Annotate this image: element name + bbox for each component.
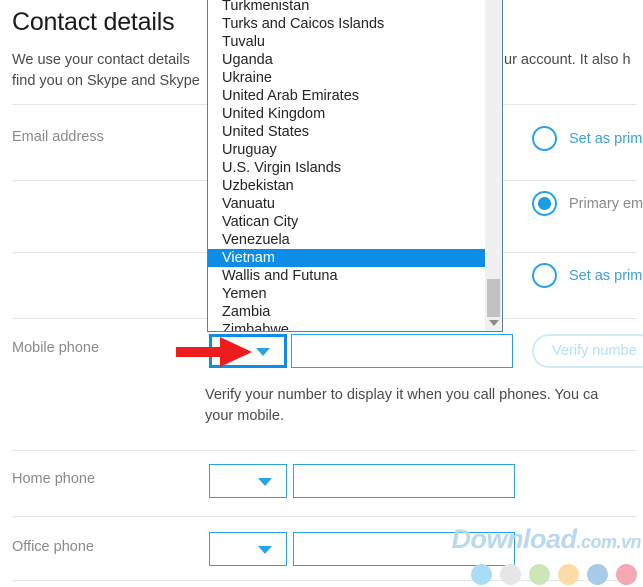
mobile-phone-note-line-1: Verify your number to display it when yo…: [205, 387, 599, 403]
contact-details-page: Contact details We use your contact deta…: [0, 0, 643, 587]
divider-home: [12, 450, 637, 451]
chevron-down-icon-office: [258, 546, 272, 554]
country-option[interactable]: Uzbekistan: [208, 177, 488, 195]
country-option[interactable]: United States: [208, 123, 488, 141]
page-description-right-fragment: ur account. It also h: [504, 52, 631, 68]
watermark-text-suffix: .com.vn: [576, 532, 641, 552]
country-option[interactable]: Wallis and Futuna: [208, 267, 488, 285]
dropdown-scrollbar[interactable]: [485, 0, 502, 331]
radio-icon-unchecked-2[interactable]: [532, 263, 557, 288]
radio-icon-checked[interactable]: [532, 191, 557, 216]
country-option[interactable]: Vietnam: [208, 249, 502, 267]
country-option[interactable]: Vatican City: [208, 213, 488, 231]
country-list[interactable]: Turkmenistan Turks and Caicos Islands Tuva…: [208, 0, 502, 331]
chevron-down-icon-mobile: [256, 348, 270, 356]
mobile-phone-number-input[interactable]: [291, 334, 513, 368]
email-primary-option-3-label: Set as prim: [569, 267, 643, 284]
country-option[interactable]: Ukraine: [208, 69, 488, 87]
country-dropdown-popup[interactable]: Turkmenistan Turks and Caicos Islands Tuva…: [207, 0, 503, 332]
page-description-line-1: We use your contact details: [12, 52, 190, 68]
home-phone-country-select[interactable]: [209, 464, 287, 498]
scroll-down-arrow-icon[interactable]: [488, 320, 499, 326]
annotation-arrow-icon: [176, 337, 252, 367]
watermark-dot-5: [587, 564, 608, 585]
country-option[interactable]: Uruguay: [208, 141, 488, 159]
country-option[interactable]: United Kingdom: [208, 105, 488, 123]
divider-office: [12, 516, 637, 517]
email-primary-option-2-label: Primary em: [569, 195, 643, 212]
watermark-dot-4: [558, 564, 579, 585]
email-primary-option-2[interactable]: Primary em: [532, 191, 643, 216]
label-home-phone: Home phone: [12, 471, 96, 487]
home-phone-number-input[interactable]: [293, 464, 515, 498]
label-email-address: Email address: [12, 129, 104, 145]
email-primary-option-3[interactable]: Set as prim: [532, 263, 642, 288]
email-primary-option-1[interactable]: Set as prim: [532, 126, 642, 151]
office-phone-number-input[interactable]: [293, 532, 515, 566]
watermark-dot-1: [471, 564, 492, 585]
country-option[interactable]: Zambia: [208, 303, 488, 321]
country-option[interactable]: Turkmenistan: [208, 0, 488, 15]
country-option[interactable]: United Arab Emirates: [208, 87, 488, 105]
mobile-phone-note: Verify your number to display it when yo…: [205, 385, 643, 427]
watermark-dots: [471, 564, 637, 585]
country-option[interactable]: U.S. Virgin Islands: [208, 159, 488, 177]
label-mobile-phone: Mobile phone: [12, 340, 100, 356]
country-option[interactable]: Uganda: [208, 51, 488, 69]
email-primary-option-1-label: Set as prim: [569, 130, 643, 147]
dropdown-scrollbar-thumb[interactable]: [487, 279, 500, 317]
country-option[interactable]: Vanuatu: [208, 195, 488, 213]
office-phone-country-select[interactable]: [209, 532, 287, 566]
country-option[interactable]: Zimbabwe: [208, 321, 488, 331]
verify-number-button[interactable]: Verify numbe: [532, 334, 643, 368]
mobile-phone-note-line-2: your mobile.: [205, 408, 284, 424]
country-option[interactable]: Venezuela: [208, 231, 488, 249]
radio-icon-unchecked-1[interactable]: [532, 126, 557, 151]
chevron-down-icon-home: [258, 478, 272, 486]
watermark-dot-6: [616, 564, 637, 585]
label-office-phone: Office phone: [12, 539, 94, 555]
country-option[interactable]: Tuvalu: [208, 33, 488, 51]
watermark-dot-2: [500, 564, 521, 585]
country-option[interactable]: Yemen: [208, 285, 488, 303]
country-option[interactable]: Turks and Caicos Islands: [208, 15, 488, 33]
watermark-dot-3: [529, 564, 550, 585]
divider-bottom: [12, 580, 637, 581]
